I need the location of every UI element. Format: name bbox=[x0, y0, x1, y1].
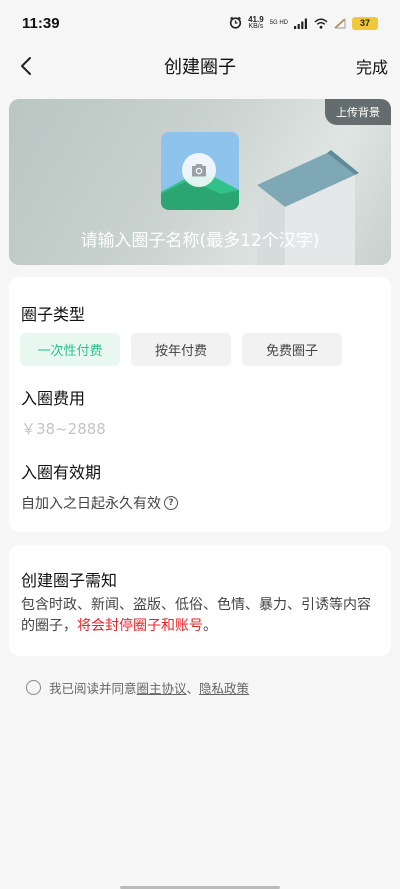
avatar-upload[interactable] bbox=[161, 132, 239, 210]
notice-end: 。 bbox=[203, 618, 217, 634]
circle-name-input[interactable]: 请输入圈子名称(最多12个汉字) bbox=[9, 226, 391, 251]
type-option-yearly[interactable]: 按年付费 bbox=[131, 333, 231, 366]
cover-banner[interactable]: 上传背景 请输入圈子名称(最多12个汉字) bbox=[9, 99, 391, 265]
type-option-one-time[interactable]: 一次性付费 bbox=[20, 333, 120, 366]
status-icons: 41.9 KB/s 5G HD 37 bbox=[229, 14, 378, 33]
signal-icon bbox=[294, 14, 308, 33]
notice-title: 创建圈子需知 bbox=[21, 571, 118, 590]
agreement-row: 我已阅读并同意 圈主协议 、 隐私政策 bbox=[26, 678, 249, 697]
chevron-left-icon bbox=[21, 57, 31, 75]
help-icon[interactable]: ? bbox=[164, 496, 178, 510]
alarm-icon bbox=[229, 14, 242, 33]
fee-label: 入圈费用 bbox=[21, 389, 86, 408]
validity-label: 入圈有效期 bbox=[21, 463, 102, 482]
agreement-checkbox[interactable] bbox=[26, 680, 41, 695]
notice-warning: 将会封停圈子和账号 bbox=[77, 618, 203, 634]
signal-off-icon bbox=[334, 14, 346, 33]
fee-input[interactable]: ￥38~2888 bbox=[21, 418, 106, 439]
net-speed: 41.9 KB/s bbox=[248, 15, 264, 31]
agreement-prefix: 我已阅读并同意 bbox=[49, 681, 137, 696]
notice-body: 包含时政、新闻、盗版、低俗、色情、暴力、引诱等内容的圈子，将会封停圈子和账号。 bbox=[21, 595, 383, 637]
done-button[interactable]: 完成 bbox=[356, 54, 388, 78]
network-type-label: 5G HD bbox=[269, 20, 288, 26]
status-bar: 11:39 41.9 KB/s 5G HD 37 bbox=[0, 0, 400, 46]
owner-agreement-link[interactable]: 圈主协议 bbox=[137, 678, 187, 697]
validity-text: 自加入之日起永久有效 bbox=[21, 496, 161, 512]
nav-bar: 创建圈子 完成 bbox=[0, 46, 400, 86]
wifi-icon bbox=[314, 14, 328, 33]
type-option-free[interactable]: 免费圈子 bbox=[242, 333, 342, 366]
validity-value: 自加入之日起永久有效 ? bbox=[21, 493, 178, 513]
camera-icon bbox=[182, 153, 216, 187]
battery-indicator: 37 bbox=[352, 16, 378, 30]
notice-card: 创建圈子需知 包含时政、新闻、盗版、低俗、色情、暴力、引诱等内容的圈子，将会封停… bbox=[9, 545, 391, 656]
privacy-policy-link[interactable]: 隐私政策 bbox=[199, 678, 249, 697]
back-button[interactable] bbox=[12, 52, 40, 80]
page-title: 创建圈子 bbox=[164, 57, 236, 78]
circle-settings-card: 圈子类型 一次性付费 按年付费 免费圈子 入圈费用 ￥38~2888 入圈有效期… bbox=[9, 277, 391, 532]
upload-background-button[interactable]: 上传背景 bbox=[325, 99, 391, 125]
status-time: 11:39 bbox=[22, 14, 60, 32]
circle-type-label: 圈子类型 bbox=[21, 305, 86, 324]
agreement-separator: 、 bbox=[186, 681, 200, 696]
